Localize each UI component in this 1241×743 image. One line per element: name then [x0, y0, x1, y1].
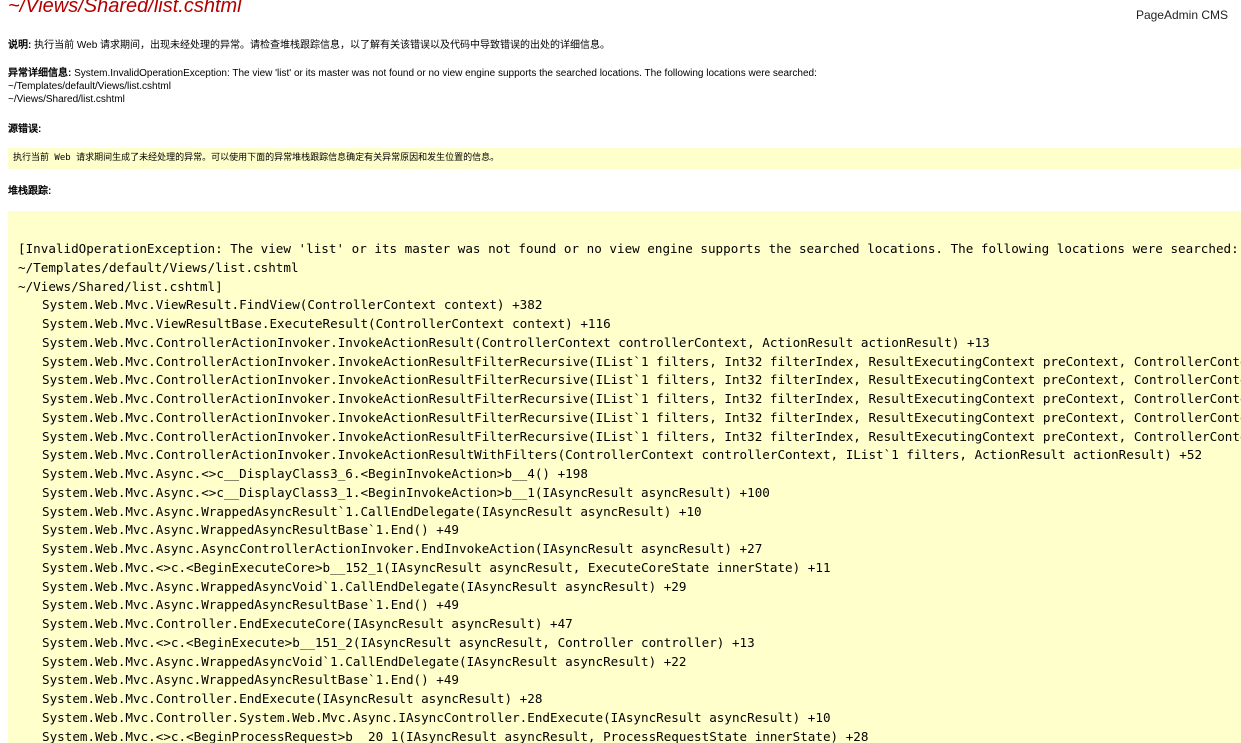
- stack-frame: System.Web.Mvc.ControllerActionInvoker.I…: [42, 447, 1203, 463]
- stack-frame: System.Web.Mvc.ViewResult.FindView(Contr…: [42, 297, 543, 313]
- stack-frame: System.Web.Mvc.<>c.<BeginExecuteCore>b__…: [42, 559, 831, 575]
- source-error-label: 源错误:: [8, 124, 42, 135]
- stack-frame: System.Web.Mvc.ControllerActionInvoker.I…: [42, 372, 1241, 388]
- stack-frame: System.Web.Mvc.ControllerActionInvoker.I…: [42, 334, 990, 350]
- stack-trace-header-line: ~/Templates/default/Views/list.cshtml: [18, 259, 299, 275]
- searched-location: ~/Views/Shared/list.cshtml: [8, 94, 125, 105]
- stack-frame: System.Web.Mvc.ViewResultBase.ExecuteRes…: [42, 316, 611, 331]
- page-title: ~/Views/Shared/list.cshtml: [8, 0, 242, 17]
- stack-trace-text: [InvalidOperationException: The view 'li…: [18, 240, 1241, 743]
- exception-details-text: System.InvalidOperationException: The vi…: [71, 68, 817, 79]
- stack-frame: System.Web.Mvc.Async.WrappedAsyncResultB…: [42, 672, 460, 688]
- stack-trace-section: 堆栈跟踪:: [8, 185, 51, 198]
- stack-frame: System.Web.Mvc.ControllerActionInvoker.I…: [42, 428, 1241, 444]
- source-error-box: 执行当前 Web 请求期间生成了未经处理的异常。可以使用下面的异常堆栈跟踪信息确…: [8, 148, 1241, 169]
- stack-frame: System.Web.Mvc.ControllerActionInvoker.I…: [42, 409, 1241, 425]
- exception-details-label: 异常详细信息:: [8, 68, 72, 79]
- stack-frame: System.Web.Mvc.Controller.EndExecuteCore…: [42, 616, 573, 631]
- stack-trace-box: [InvalidOperationException: The view 'li…: [8, 211, 1241, 743]
- stack-frame: System.Web.Mvc.<>c.<BeginProcessRequest>…: [42, 728, 869, 743]
- stack-frame: System.Web.Mvc.Async.AsyncControllerActi…: [42, 541, 763, 556]
- stack-frame: System.Web.Mvc.Async.<>c__DisplayClass3_…: [42, 466, 588, 481]
- description-text: 执行当前 Web 请求期间，出现未经处理的异常。请检查堆栈跟踪信息，以了解有关该…: [31, 40, 611, 51]
- source-error-section: 源错误:: [8, 123, 41, 136]
- stack-frame: System.Web.Mvc.Async.WrappedAsyncVoid`1.…: [42, 653, 687, 669]
- stack-frame: System.Web.Mvc.<>c.<BeginExecute>b__151_…: [42, 634, 755, 650]
- stack-frame: System.Web.Mvc.ControllerActionInvoker.I…: [42, 353, 1241, 369]
- brand-label: PageAdmin CMS: [1135, 8, 1228, 22]
- stack-frame: System.Web.Mvc.Async.WrappedAsyncResultB…: [42, 522, 460, 538]
- stack-frame: System.Web.Mvc.Async.WrappedAsyncResult`…: [42, 503, 702, 519]
- stack-frame: System.Web.Mvc.Async.WrappedAsyncResultB…: [42, 597, 460, 613]
- stack-frame: System.Web.Mvc.ControllerActionInvoker.I…: [42, 391, 1241, 406]
- source-error-text: 执行当前 Web 请求期间生成了未经处理的异常。可以使用下面的异常堆栈跟踪信息确…: [13, 153, 500, 163]
- stack-frame: System.Web.Mvc.Async.<>c__DisplayClass3_…: [42, 484, 770, 500]
- stack-frame: System.Web.Mvc.Controller.EndExecute(IAs…: [42, 691, 543, 706]
- description-label: 说明:: [8, 40, 32, 51]
- stack-trace-header-line: ~/Views/Shared/list.cshtml]: [18, 278, 223, 294]
- stack-trace-label: 堆栈跟踪:: [8, 186, 52, 197]
- stack-trace-header-line: [InvalidOperationException: The view 'li…: [18, 241, 1239, 256]
- stack-frame: System.Web.Mvc.Controller.System.Web.Mvc…: [42, 709, 831, 725]
- exception-details-section: 异常详细信息: System.InvalidOperationException…: [8, 67, 817, 106]
- description-section: 说明: 执行当前 Web 请求期间，出现未经处理的异常。请检查堆栈跟踪信息，以了…: [8, 39, 610, 52]
- stack-frame: System.Web.Mvc.Async.WrappedAsyncVoid`1.…: [42, 578, 687, 594]
- searched-location: ~/Templates/default/Views/list.cshtml: [8, 81, 171, 92]
